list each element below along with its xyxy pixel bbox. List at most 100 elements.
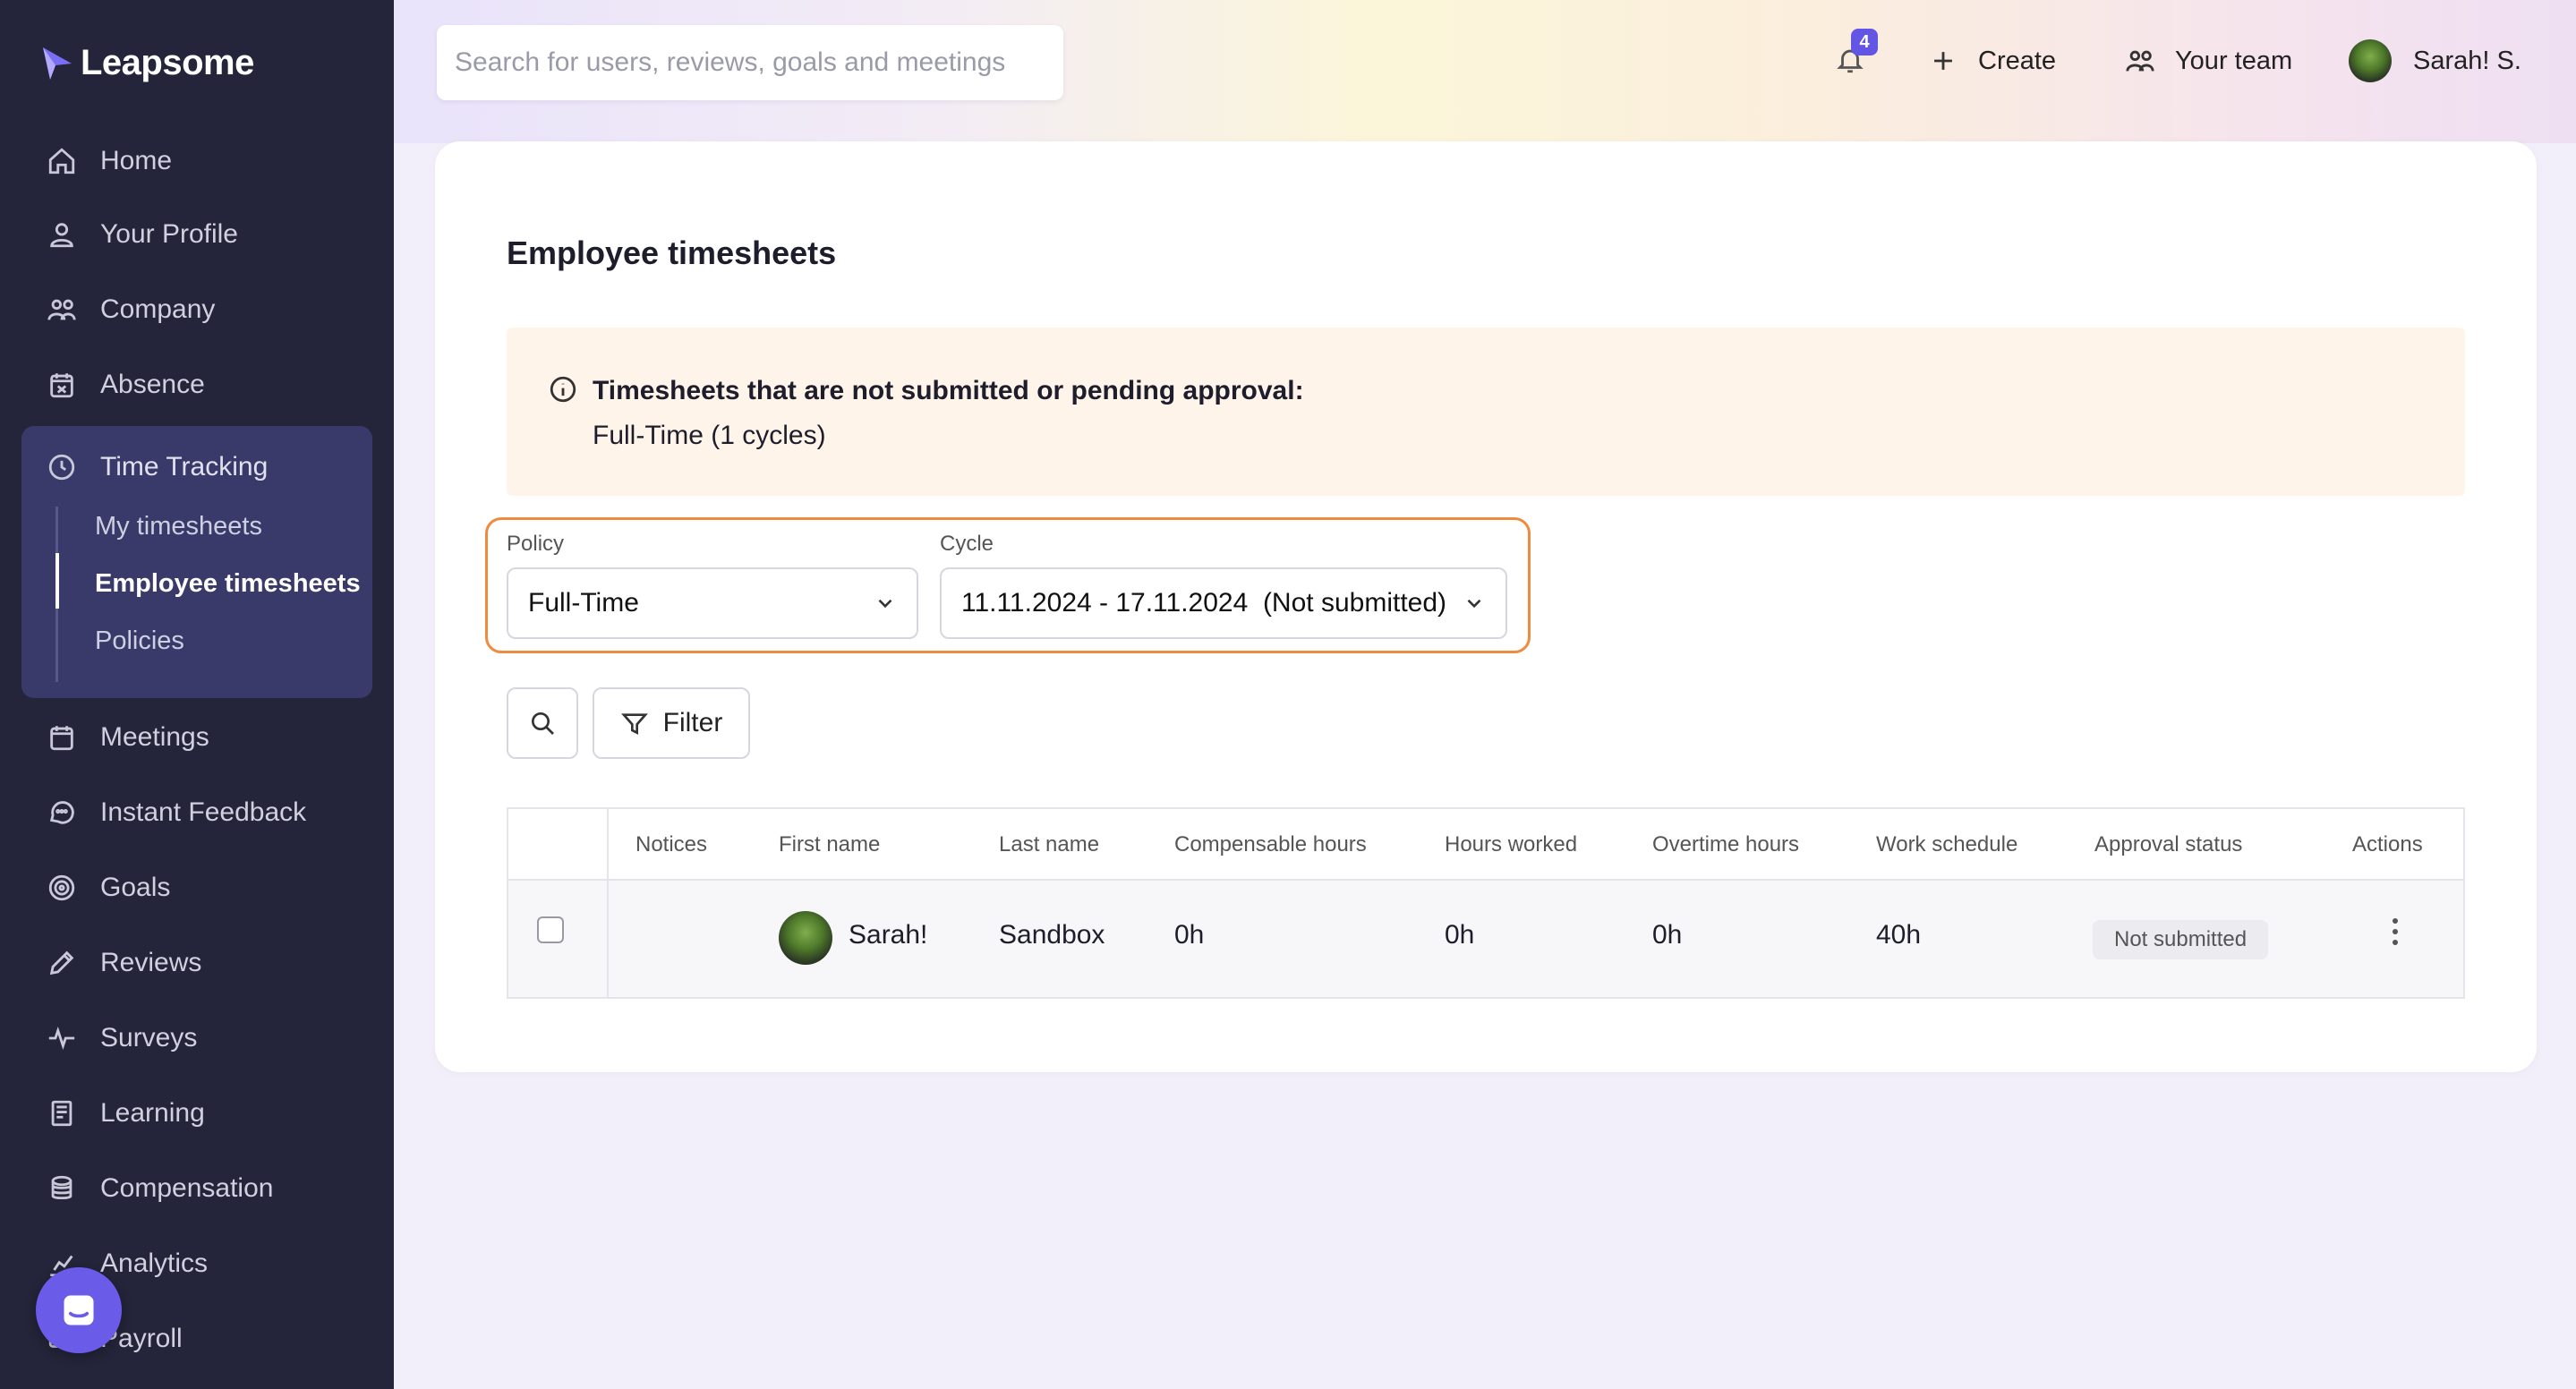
cell-last-name: Sandbox bbox=[999, 920, 1105, 950]
search-input[interactable] bbox=[455, 47, 1063, 78]
row-select-checkbox[interactable] bbox=[537, 916, 564, 943]
header-approval-status[interactable]: Approval status bbox=[2094, 832, 2242, 857]
sidebar-item-company[interactable]: Company bbox=[21, 277, 372, 342]
pencil-icon bbox=[47, 948, 77, 978]
chevron-down-icon bbox=[1467, 599, 1481, 609]
filter-label: Filter bbox=[662, 708, 723, 737]
cell-overtime-hours: 0h bbox=[1652, 920, 1683, 950]
header-last-name[interactable]: Last name bbox=[999, 832, 1099, 857]
sidebar-item-surveys[interactable]: Surveys bbox=[21, 1006, 372, 1070]
your-team-button[interactable]: Your team bbox=[2125, 38, 2292, 84]
cell-hours-worked: 0h bbox=[1445, 920, 1475, 950]
chat-bubble-icon bbox=[64, 1295, 94, 1325]
header-overtime-hours[interactable]: Overtime hours bbox=[1652, 832, 1799, 857]
sidebar-item-absence[interactable]: Absence bbox=[21, 353, 372, 417]
clock-icon bbox=[47, 452, 77, 482]
people-icon bbox=[47, 294, 77, 325]
pulse-icon bbox=[47, 1023, 77, 1053]
global-search[interactable] bbox=[437, 25, 1063, 100]
sidebar-item-label: Home bbox=[100, 146, 173, 175]
table-search-button[interactable] bbox=[507, 687, 578, 759]
kebab-dot bbox=[2393, 918, 2398, 924]
brand-name: Leapsome bbox=[81, 43, 254, 82]
sidebar-item-compensation[interactable]: Compensation bbox=[21, 1156, 372, 1221]
kebab-dot bbox=[2393, 940, 2398, 945]
header-work-schedule[interactable]: Work schedule bbox=[1876, 832, 2017, 857]
your-team-label: Your team bbox=[2175, 46, 2293, 75]
filter-button[interactable]: Filter bbox=[593, 687, 750, 759]
user-icon bbox=[47, 219, 77, 250]
home-icon bbox=[47, 146, 77, 176]
timesheets-table: Notices First name Last name Compensable… bbox=[507, 807, 2465, 999]
time-tracking-group: Time Tracking My timesheets Employee tim… bbox=[21, 426, 372, 698]
top-header: 4 Create Your team Sarah! S. bbox=[394, 0, 2576, 143]
sidebar-item-label: Learning bbox=[100, 1098, 205, 1128]
sidebar-item-instant-feedback[interactable]: Instant Feedback bbox=[21, 780, 372, 845]
target-icon bbox=[47, 873, 77, 903]
coins-icon bbox=[47, 1173, 77, 1204]
sidebar-item-label: Company bbox=[100, 294, 216, 324]
header-actions: Actions bbox=[2352, 832, 2423, 856]
sidebar-item-your-profile[interactable]: Your Profile bbox=[21, 202, 372, 267]
support-chat-button[interactable] bbox=[36, 1267, 122, 1353]
calendar-x-icon bbox=[47, 370, 77, 400]
sidebar-item-label: Analytics bbox=[100, 1248, 209, 1278]
chat-icon bbox=[47, 797, 77, 828]
sidebar-item-label: Instant Feedback bbox=[100, 797, 307, 827]
header-first-name[interactable]: First name bbox=[779, 832, 880, 857]
brand-logo[interactable]: Leapsome bbox=[39, 43, 254, 83]
sidebar-item-goals[interactable]: Goals bbox=[21, 856, 372, 920]
sidebar-item-home[interactable]: Home bbox=[21, 129, 372, 193]
notice-body: Full-Time (1 cycles) bbox=[593, 421, 826, 450]
submenu-active-indicator bbox=[55, 553, 59, 609]
policy-value: Full-Time bbox=[528, 588, 639, 618]
page-title: Employee timesheets bbox=[507, 234, 837, 271]
cycle-value: 11.11.2024 - 17.11.2024 (Not submitted) bbox=[961, 588, 1447, 618]
sidebar-item-label: Goals bbox=[100, 873, 171, 902]
book-icon bbox=[47, 1098, 77, 1129]
sidebar-item-time-tracking[interactable]: Time Tracking bbox=[21, 435, 372, 499]
sidebar-item-label: Your Profile bbox=[100, 219, 238, 249]
team-icon bbox=[2126, 50, 2154, 72]
sidebar-item-label: Absence bbox=[100, 370, 205, 399]
main-card: Employee timesheets Timesheets that are … bbox=[435, 141, 2537, 1072]
sidebar-item-label: Compensation bbox=[100, 1173, 274, 1203]
sidebar-item-label: Time Tracking bbox=[100, 452, 269, 481]
table-row[interactable]: Sarah! Sandbox 0h 0h 0h 40h Not submitte… bbox=[508, 881, 2463, 997]
sidebar-item-reviews[interactable]: Reviews bbox=[21, 931, 372, 995]
avatar bbox=[2349, 39, 2392, 82]
sidebar: Leapsome Home Your Profile Company Absen… bbox=[0, 0, 394, 1389]
calendar-icon bbox=[47, 722, 77, 753]
submenu-item-my-timesheets[interactable]: My timesheets bbox=[95, 512, 262, 541]
submenu-item-employee-timesheets[interactable]: Employee timesheets bbox=[95, 569, 361, 599]
sidebar-item-label: Reviews bbox=[100, 948, 202, 977]
sidebar-item-label: Surveys bbox=[100, 1023, 198, 1052]
notice-title: Timesheets that are not submitted or pen… bbox=[593, 376, 1304, 405]
sidebar-item-label: Meetings bbox=[100, 722, 209, 752]
header-notices[interactable]: Notices bbox=[635, 832, 707, 857]
pending-timesheets-notice: Timesheets that are not submitted or pen… bbox=[507, 328, 2465, 496]
policy-label: Policy bbox=[507, 532, 565, 556]
header-compensable-hours[interactable]: Compensable hours bbox=[1174, 832, 1367, 857]
sidebar-item-meetings[interactable]: Meetings bbox=[21, 705, 372, 770]
info-icon bbox=[548, 374, 578, 405]
table-header: Notices First name Last name Compensable… bbox=[508, 809, 2463, 881]
avatar bbox=[779, 911, 832, 965]
plus-icon bbox=[1934, 52, 1952, 70]
header-hours-worked[interactable]: Hours worked bbox=[1445, 832, 1577, 857]
filter-icon bbox=[620, 713, 648, 735]
notification-count-badge: 4 bbox=[1851, 29, 1878, 55]
leapsome-logo-icon bbox=[43, 47, 72, 80]
user-name: Sarah! S. bbox=[2413, 46, 2521, 75]
cycle-label: Cycle bbox=[940, 532, 994, 556]
column-divider bbox=[607, 809, 609, 879]
policy-select[interactable]: Full-Time bbox=[507, 567, 918, 639]
create-label: Create bbox=[1978, 46, 2057, 75]
cell-compensable-hours: 0h bbox=[1174, 920, 1205, 950]
sidebar-item-learning[interactable]: Learning bbox=[21, 1081, 372, 1146]
submenu-item-policies[interactable]: Policies bbox=[95, 626, 184, 656]
cycle-select[interactable]: 11.11.2024 - 17.11.2024 (Not submitted) bbox=[940, 567, 1507, 639]
create-button[interactable]: Create bbox=[1928, 38, 2056, 84]
user-menu[interactable]: Sarah! S. bbox=[2349, 38, 2521, 84]
row-actions-button[interactable] bbox=[2390, 918, 2401, 954]
